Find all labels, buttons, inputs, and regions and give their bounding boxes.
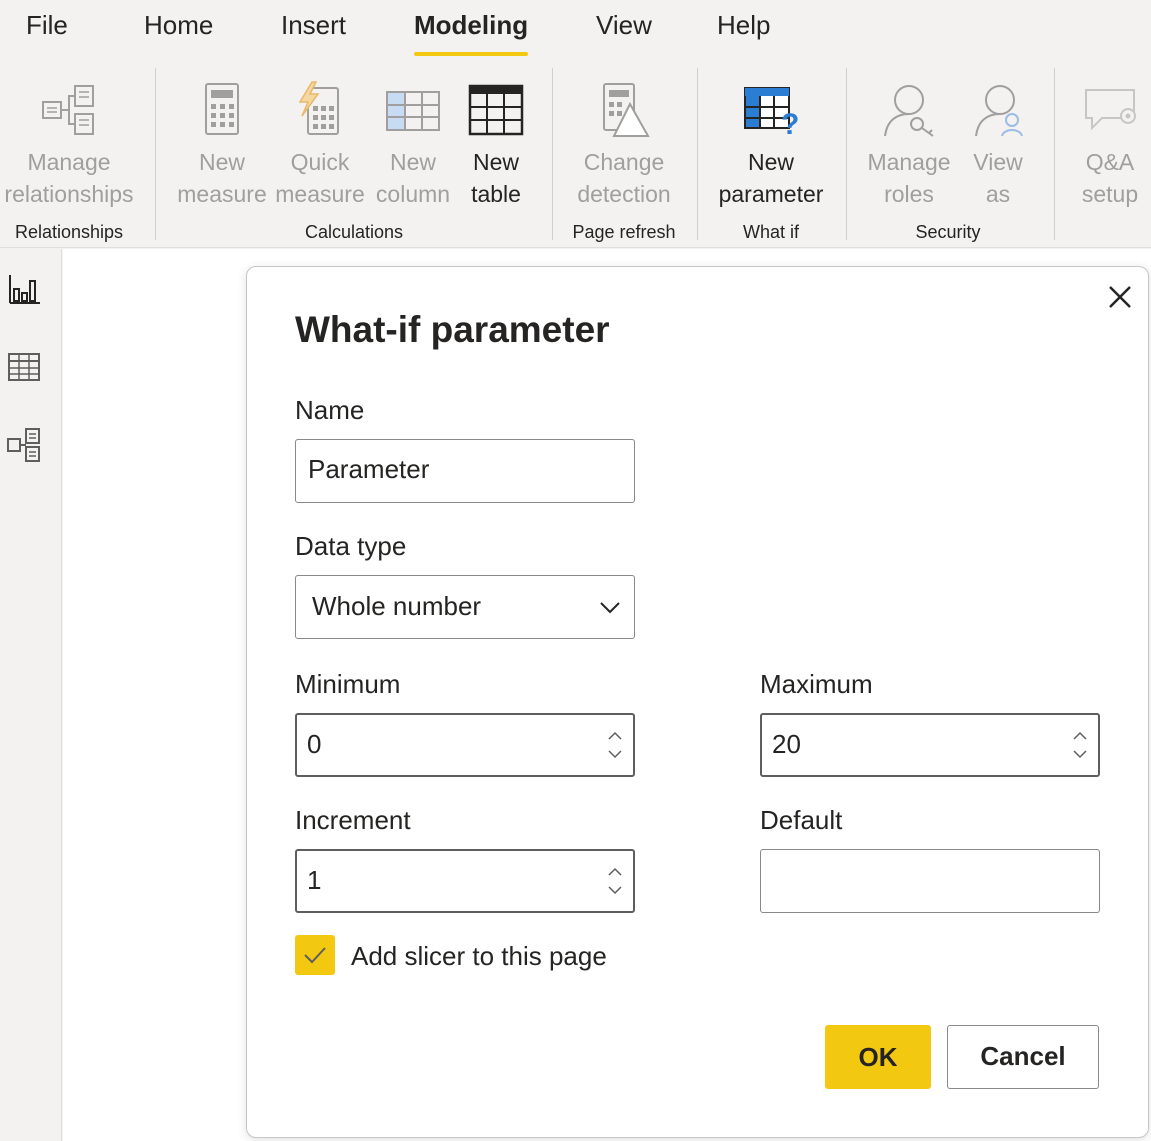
- view-as-icon: [975, 85, 1023, 137]
- minimum-label: Minimum: [295, 669, 401, 699]
- group-separator: [697, 68, 698, 240]
- svg-text:?: ?: [781, 108, 799, 140]
- spinner-icon[interactable]: [1068, 723, 1092, 767]
- new-table-icon: [468, 84, 524, 136]
- new-column-label: New column: [375, 149, 451, 207]
- name-input[interactable]: Parameter: [295, 439, 635, 503]
- data-type-label: Data type: [295, 531, 407, 561]
- add-slicer-label[interactable]: Add slicer to this page: [351, 941, 607, 972]
- group-label-what-if: What if: [742, 222, 799, 242]
- tab-insert[interactable]: Insert: [281, 10, 346, 50]
- add-slicer-checkbox[interactable]: [295, 935, 335, 975]
- spinner-icon[interactable]: [603, 859, 627, 903]
- new-parameter-label: New parameter: [718, 149, 824, 207]
- group-separator: [1054, 68, 1055, 240]
- manage-relationships-button[interactable]: Manage relationships: [0, 62, 138, 212]
- ribbon: Manage relationships Relationships New m…: [0, 62, 1151, 248]
- increment-label: Increment: [295, 805, 411, 835]
- view-as-label: View as: [973, 149, 1023, 207]
- group-separator: [155, 68, 156, 240]
- group-label-page-refresh: Page refresh: [572, 222, 676, 242]
- manage-roles-icon: [884, 85, 934, 137]
- report-view-icon[interactable]: [6, 271, 42, 307]
- group-separator: [846, 68, 847, 240]
- change-detection-icon: [603, 83, 650, 137]
- model-view-icon[interactable]: [6, 427, 42, 463]
- tab-modeling[interactable]: Modeling: [414, 10, 529, 56]
- qa-setup-button[interactable]: Q&A setup: [1072, 62, 1148, 212]
- default-label: Default: [760, 805, 843, 835]
- manage-relationships-icon: [42, 85, 94, 135]
- group-label-security: Security: [915, 222, 981, 242]
- new-parameter-icon: ?: [744, 87, 799, 140]
- new-column-icon: [386, 91, 440, 131]
- quick-measure-button[interactable]: Quick measure: [272, 62, 368, 212]
- increment-value: 1: [307, 865, 322, 895]
- maximum-label: Maximum: [760, 669, 873, 699]
- qa-setup-icon: [1085, 89, 1136, 131]
- data-view-icon[interactable]: [6, 349, 42, 385]
- maximum-value: 20: [772, 729, 801, 759]
- spinner-icon[interactable]: [603, 723, 627, 767]
- change-detection-label: Change detection: [577, 149, 671, 207]
- tab-file[interactable]: File: [26, 10, 68, 50]
- qa-setup-label: Q&A setup: [1081, 149, 1139, 207]
- tab-help[interactable]: Help: [717, 10, 770, 50]
- manage-roles-button[interactable]: Manage roles: [862, 62, 956, 212]
- dialog-title: What-if parameter: [295, 309, 610, 350]
- new-table-label: New table: [471, 149, 521, 207]
- tab-home[interactable]: Home: [144, 10, 213, 50]
- change-detection-button[interactable]: Change detection: [566, 62, 682, 212]
- maximum-input[interactable]: 20: [760, 713, 1100, 777]
- new-parameter-button[interactable]: ? New parameter: [710, 62, 832, 212]
- view-switcher-rail: [0, 249, 62, 1141]
- chevron-down-icon: [600, 602, 620, 614]
- menu-bar: File Home Insert Modeling View Help: [0, 0, 1151, 62]
- calculator-icon: [205, 83, 239, 135]
- what-if-parameter-dialog: What-if parameter Name Parameter Data ty…: [246, 266, 1149, 1138]
- group-separator: [552, 68, 553, 240]
- quick-measure-icon: [298, 81, 339, 135]
- tab-view[interactable]: View: [596, 10, 652, 50]
- name-label: Name: [295, 395, 365, 425]
- manage-relationships-label: Manage relationships: [4, 149, 134, 207]
- increment-input[interactable]: 1: [295, 849, 635, 913]
- manage-roles-label: Manage roles: [867, 149, 951, 207]
- minimum-value: 0: [307, 729, 322, 759]
- default-input[interactable]: [760, 849, 1100, 913]
- new-column-button[interactable]: New column: [372, 62, 454, 212]
- group-label-calculations: Calculations: [304, 222, 404, 242]
- group-label-relationships: Relationships: [14, 222, 124, 242]
- new-table-button[interactable]: New table: [460, 62, 532, 212]
- ok-button[interactable]: OK: [825, 1025, 931, 1089]
- quick-measure-label: Quick measure: [275, 149, 365, 207]
- data-type-value: Whole number: [312, 591, 482, 621]
- data-type-select[interactable]: Whole number: [295, 575, 635, 639]
- close-icon[interactable]: [1105, 282, 1135, 312]
- checkmark-icon: [304, 947, 326, 964]
- minimum-input[interactable]: 0: [295, 713, 635, 777]
- new-measure-button[interactable]: New measure: [176, 62, 268, 212]
- cancel-button[interactable]: Cancel: [947, 1025, 1099, 1089]
- new-measure-label: New measure: [177, 149, 267, 207]
- view-as-button[interactable]: View as: [962, 62, 1034, 212]
